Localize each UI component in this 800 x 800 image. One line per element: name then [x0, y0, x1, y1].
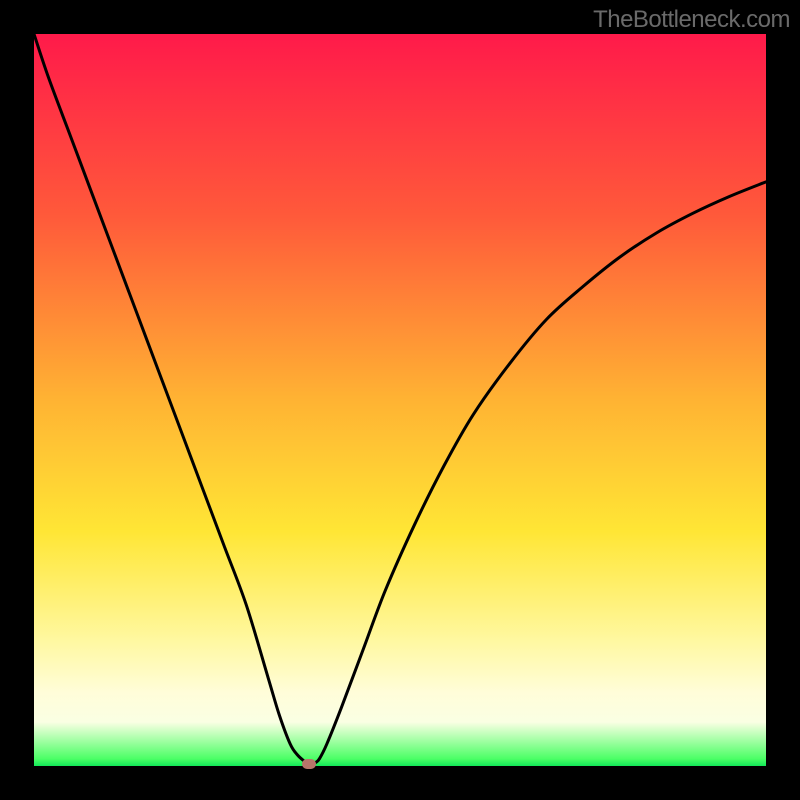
bottleneck-curve	[34, 34, 766, 766]
chart-frame: TheBottleneck.com	[0, 0, 800, 800]
bottleneck-marker	[302, 759, 316, 769]
plot-area	[34, 34, 766, 766]
watermark-text: TheBottleneck.com	[593, 6, 790, 34]
